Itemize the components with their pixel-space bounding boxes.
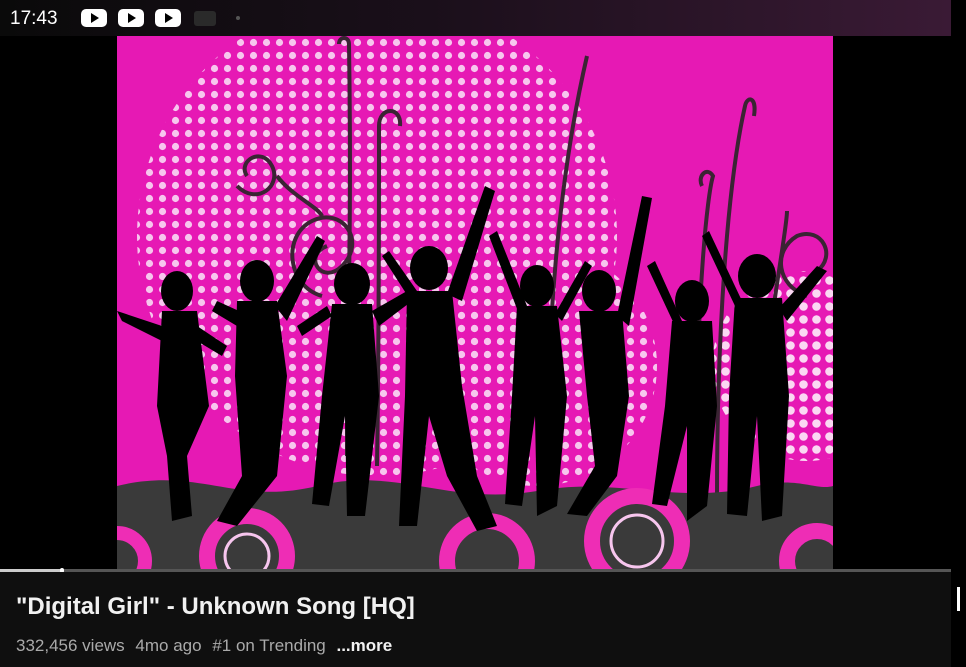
- video-title[interactable]: "Digital Girl" - Unknown Song [HQ]: [16, 593, 415, 621]
- video-frame[interactable]: [117, 36, 833, 569]
- status-bar: 17:43: [0, 0, 951, 36]
- status-time: 17:43: [10, 8, 58, 29]
- video-player[interactable]: [0, 36, 951, 569]
- youtube-icon: [155, 9, 181, 27]
- video-info-panel: "Digital Girl" - Unknown Song [HQ] 332,4…: [0, 572, 951, 667]
- video-meta-row[interactable]: 332,456 views 4mo ago #1 on Trending ...…: [16, 636, 398, 656]
- youtube-icon: [118, 9, 144, 27]
- more-link[interactable]: ...more: [336, 636, 392, 655]
- view-count: 332,456 views: [16, 636, 125, 655]
- upload-age: 4mo ago: [135, 636, 202, 655]
- dot-icon: [236, 16, 240, 20]
- video-artwork: [117, 36, 833, 569]
- media-icon: [194, 11, 216, 26]
- edge-handle[interactable]: [957, 587, 960, 611]
- edge-strip: [951, 0, 966, 667]
- trending-badge[interactable]: #1 on Trending: [212, 636, 325, 655]
- youtube-icon: [81, 9, 107, 27]
